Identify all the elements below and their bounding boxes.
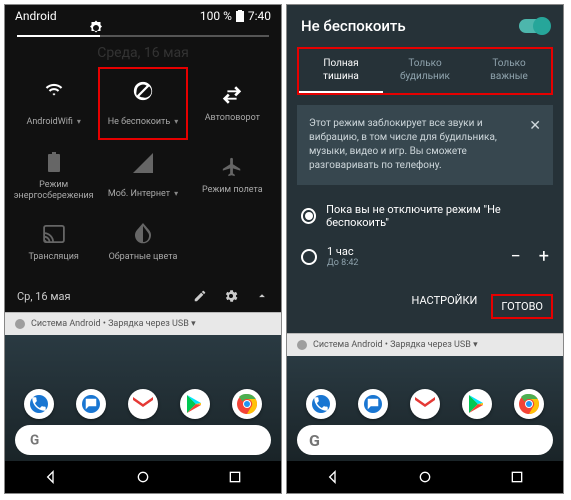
notif-dot-icon	[297, 340, 307, 350]
nav-recent[interactable]	[509, 469, 525, 485]
footer-date: Ср, 16 мая	[17, 290, 71, 303]
nav-home[interactable]	[417, 469, 433, 485]
battery-saver-icon	[42, 150, 66, 174]
cast-icon	[42, 222, 66, 246]
nav-home[interactable]	[135, 469, 151, 485]
radio-icon	[301, 208, 316, 224]
nav-recent[interactable]	[227, 469, 243, 485]
qs-label: Не беспокоить	[108, 117, 171, 127]
airplane-icon	[220, 155, 244, 179]
status-bar: Android 100 % 7:40	[5, 5, 281, 27]
app-gmail[interactable]	[410, 389, 440, 419]
qs-label: Моб. Интернет	[108, 189, 170, 199]
qs-label: Трансляция	[28, 252, 78, 263]
chevron-down-icon: ▾	[174, 189, 178, 198]
chevron-down-icon: ▾	[77, 117, 81, 126]
app-play[interactable]	[462, 389, 492, 419]
date-faded: Среда, 16 мая	[5, 41, 281, 67]
nav-bar	[287, 461, 563, 493]
qs-footer: Ср, 16 мая	[5, 280, 281, 312]
qs-label: Обратные цвета	[109, 252, 178, 263]
right-screen: Не беспокоить Полная тишина Только будил…	[286, 4, 564, 494]
edit-icon[interactable]	[193, 289, 207, 303]
radio-label: Пока вы не отключите режим "Не беспокоит…	[326, 203, 549, 229]
app-messages[interactable]	[76, 389, 106, 419]
nav-back[interactable]	[325, 469, 341, 485]
google-g-icon: G	[309, 431, 320, 450]
home-background: G	[5, 335, 281, 461]
search-bar[interactable]: G	[297, 425, 553, 455]
info-text: Этот режим заблокирует все звуки и вибра…	[309, 117, 519, 173]
nav-bar	[5, 461, 281, 493]
info-card: Этот режим заблокирует все звуки и вибра…	[297, 105, 553, 185]
qs-tile-wifi[interactable]: AndroidWifi ▾	[9, 67, 98, 140]
minus-button[interactable]: −	[510, 246, 520, 267]
app-gmail[interactable]	[128, 389, 158, 419]
qs-tile-battery-saver[interactable]: Режим энергосбережения	[9, 140, 98, 212]
invert-icon	[131, 222, 155, 246]
notif-text: Система Android • Зарядка через USB ▾	[313, 340, 478, 350]
app-play[interactable]	[180, 389, 210, 419]
qs-tile-invert-colors[interactable]: Обратные цвета	[98, 212, 187, 273]
left-screen: Android 100 % 7:40 Среда, 16 мая Android…	[4, 4, 282, 494]
qs-tile-airplane[interactable]: Режим полета	[188, 140, 277, 212]
wifi-icon	[42, 79, 66, 103]
done-button[interactable]: ГОТОВО	[491, 294, 553, 319]
status-time: 7:40	[248, 9, 271, 23]
dnd-header: Не беспокоить	[287, 5, 563, 47]
status-title: Android	[15, 9, 57, 23]
tab-priority-only[interactable]: Только важные	[467, 49, 551, 93]
gear-icon[interactable]	[223, 288, 239, 304]
dnd-toggle[interactable]	[519, 19, 549, 33]
dock	[287, 387, 563, 419]
chevron-up-icon[interactable]	[255, 289, 269, 303]
app-chrome[interactable]	[514, 389, 544, 419]
rotate-icon	[220, 83, 244, 107]
svg-text:G: G	[30, 433, 39, 449]
chevron-down-icon: ▾	[174, 117, 178, 126]
qs-tile-mobile-data[interactable]: Моб. Интернет ▾	[98, 140, 187, 212]
radio-one-hour[interactable]: 1 час До 8:42 − +	[287, 237, 563, 276]
notif-text: Система Android • Зарядка через USB ▾	[31, 319, 196, 329]
tab-alarms-only[interactable]: Только будильник	[383, 49, 467, 93]
battery-icon	[236, 10, 244, 22]
brightness-icon	[87, 19, 105, 37]
app-messages[interactable]	[358, 389, 388, 419]
signal-icon	[131, 151, 155, 175]
qs-tile-rotate[interactable]: Автоповорот	[188, 67, 277, 140]
notif-dot-icon	[15, 319, 25, 329]
home-background: G	[287, 356, 563, 461]
plus-button[interactable]: +	[539, 246, 549, 267]
radio-icon	[301, 249, 317, 265]
qs-label: AndroidWifi	[26, 117, 72, 127]
tab-total-silence[interactable]: Полная тишина	[299, 49, 383, 93]
dock	[5, 387, 281, 419]
radio-until-off[interactable]: Пока вы не отключите режим "Не беспокоит…	[287, 195, 563, 237]
qs-tile-dnd[interactable]: Не беспокоить ▾	[98, 67, 187, 140]
battery-pct: 100 %	[200, 9, 232, 23]
qs-tile-empty	[188, 212, 277, 273]
qs-label: Режим энергосбережения	[13, 180, 94, 202]
settings-button[interactable]: НАСТРОЙКИ	[412, 294, 478, 319]
nav-back[interactable]	[43, 469, 59, 485]
search-bar[interactable]: G	[15, 425, 271, 455]
dnd-icon	[131, 79, 155, 103]
qs-tile-cast[interactable]: Трансляция	[9, 212, 98, 273]
radio-label: 1 час	[327, 245, 359, 258]
qs-label: Автоповорот	[205, 113, 260, 124]
radio-sublabel: До 8:42	[327, 258, 359, 268]
close-icon[interactable]: ✕	[529, 117, 541, 173]
qs-label: Режим полета	[202, 185, 263, 196]
notification-row[interactable]: Система Android • Зарядка через USB ▾	[287, 333, 563, 356]
google-g-icon: G	[27, 431, 45, 449]
app-phone[interactable]	[24, 389, 54, 419]
dnd-title: Не беспокоить	[301, 17, 406, 35]
dnd-tabs: Полная тишина Только будильник Только ва…	[297, 47, 553, 95]
quick-settings-grid: AndroidWifi ▾ Не беспокоить ▾ Автоповоро…	[5, 67, 281, 280]
app-chrome[interactable]	[232, 389, 262, 419]
app-phone[interactable]	[306, 389, 336, 419]
notification-row[interactable]: Система Android • Зарядка через USB ▾	[5, 312, 281, 335]
dnd-actions: НАСТРОЙКИ ГОТОВО	[287, 276, 563, 329]
brightness-slider[interactable]	[5, 27, 281, 41]
